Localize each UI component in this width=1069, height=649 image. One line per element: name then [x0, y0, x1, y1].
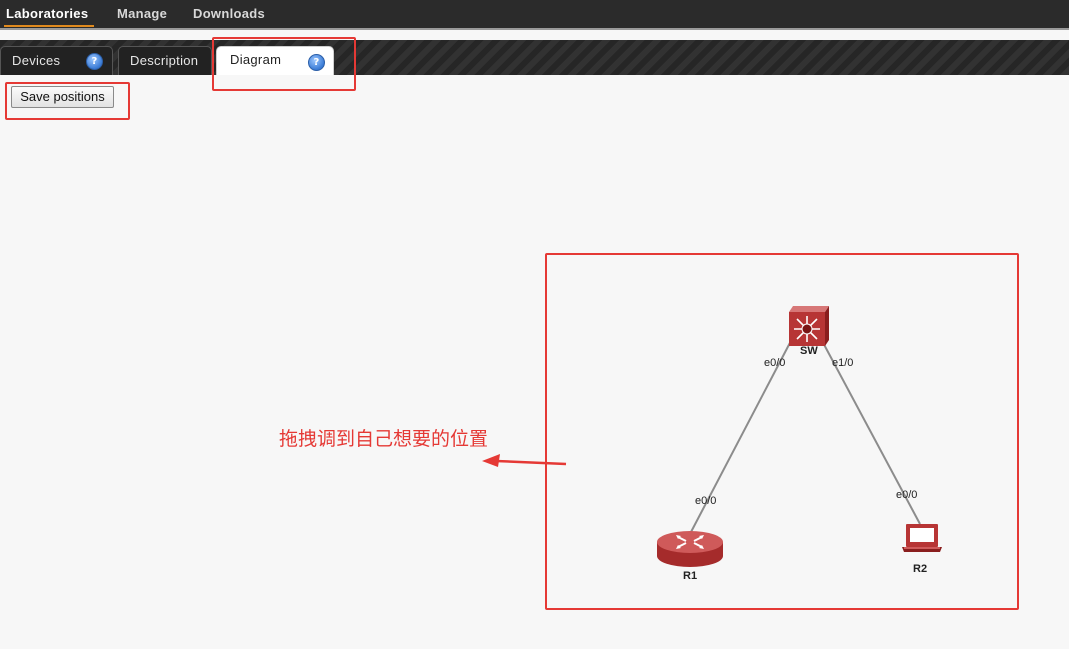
if-label-r1-e0-0: e0/0 [695, 495, 717, 507]
node-r2[interactable]: R2 [900, 522, 944, 575]
node-sw[interactable]: SW [787, 306, 829, 357]
switch-icon [789, 306, 829, 346]
node-r2-label: R2 [913, 563, 928, 575]
node-r1[interactable]: R1 [656, 530, 724, 582]
node-sw-label: SW [800, 345, 818, 357]
if-label-sw-e1-0: e1/0 [832, 357, 854, 369]
node-r1-label: R1 [683, 570, 698, 582]
if-label-r2-e0-0: e0/0 [896, 489, 918, 501]
laptop-icon [902, 524, 942, 552]
router-icon [657, 531, 723, 567]
if-label-sw-e0-0: e0/0 [764, 357, 786, 369]
